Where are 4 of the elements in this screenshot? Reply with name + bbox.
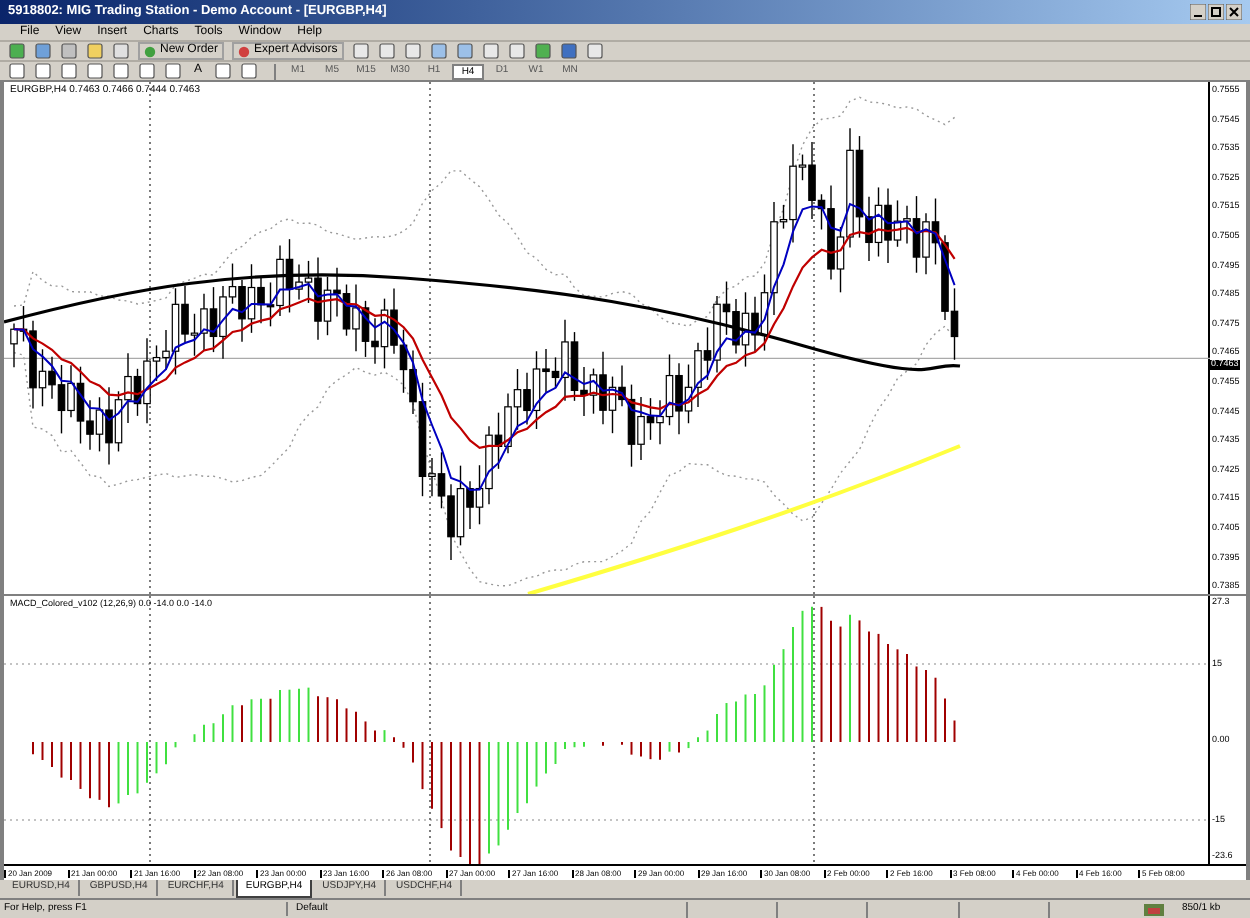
connection-icon xyxy=(1144,903,1164,915)
close-icon[interactable] xyxy=(1226,4,1242,20)
minimize-icon[interactable] xyxy=(1190,4,1206,20)
maximize-icon[interactable] xyxy=(1208,4,1224,20)
